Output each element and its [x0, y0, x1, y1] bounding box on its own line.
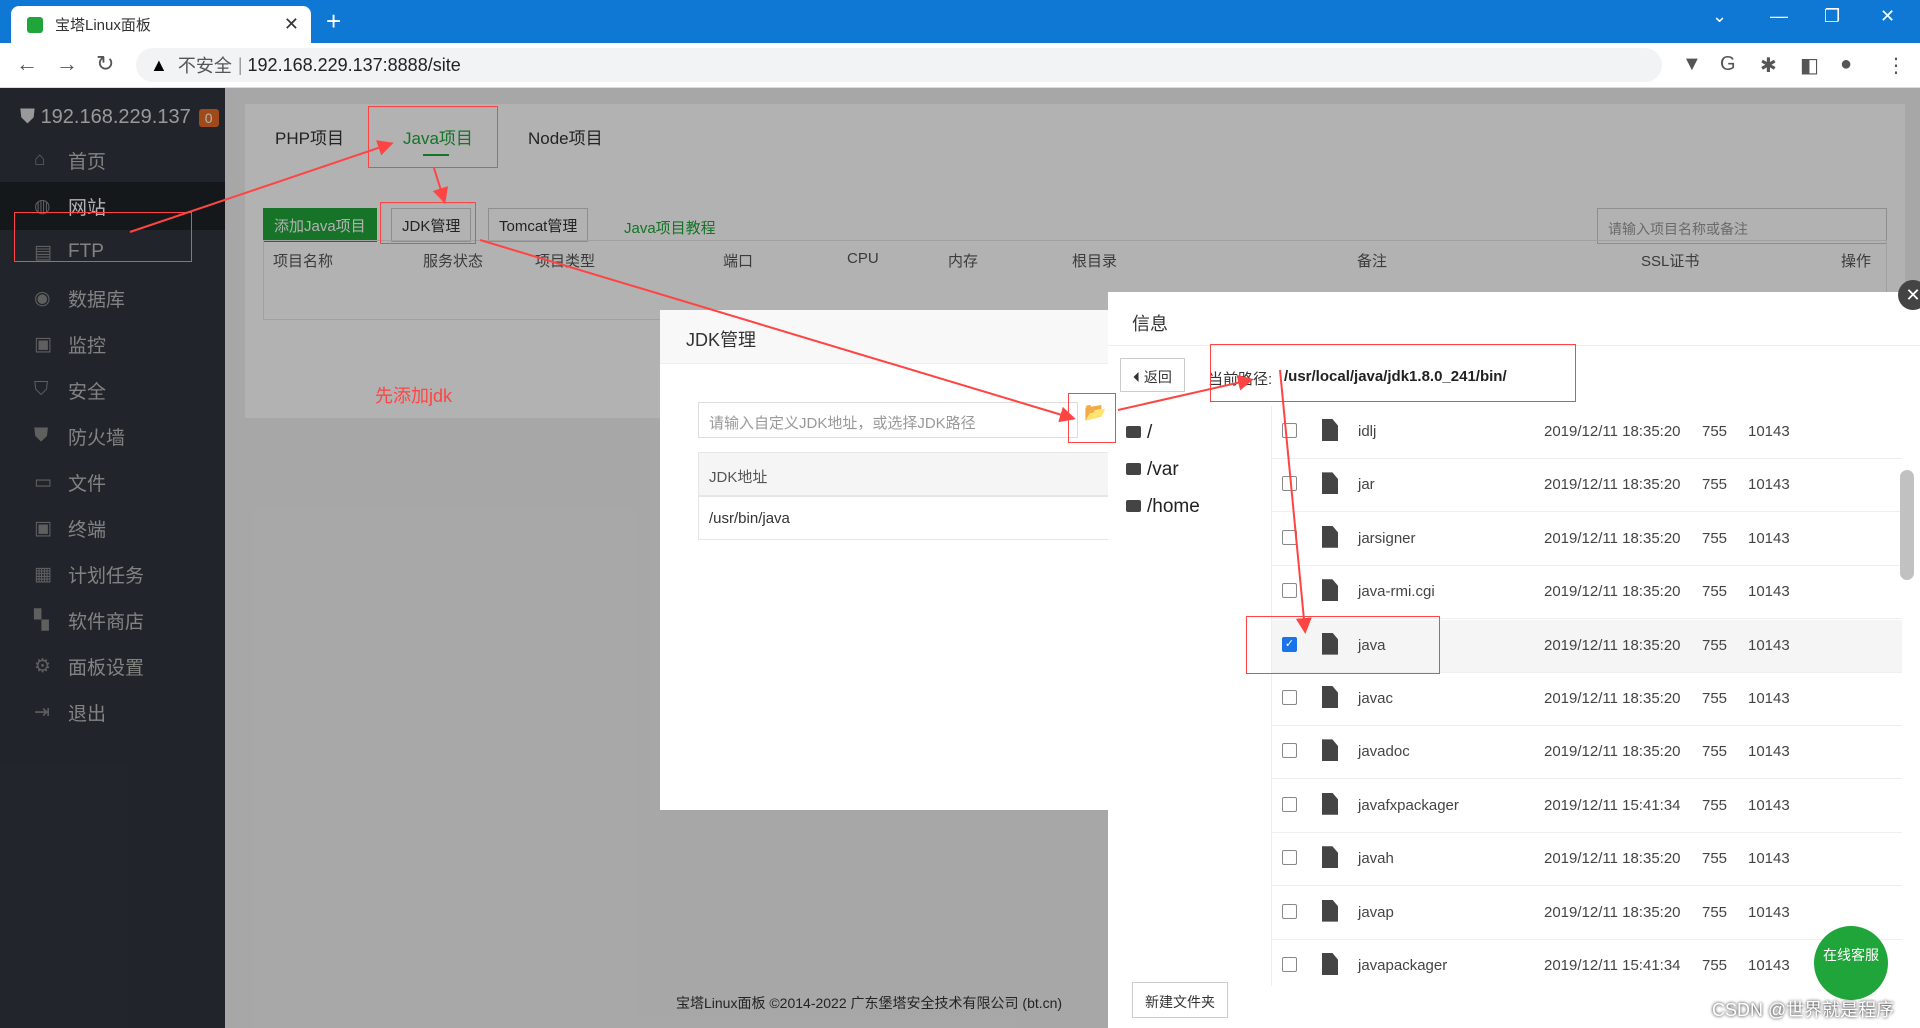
watermark: CSDN @世界就是程序	[1712, 1000, 1895, 1020]
annotation-arrows	[129, 140, 1312, 634]
online-support-button[interactable]: 在线客服	[1814, 926, 1888, 1000]
